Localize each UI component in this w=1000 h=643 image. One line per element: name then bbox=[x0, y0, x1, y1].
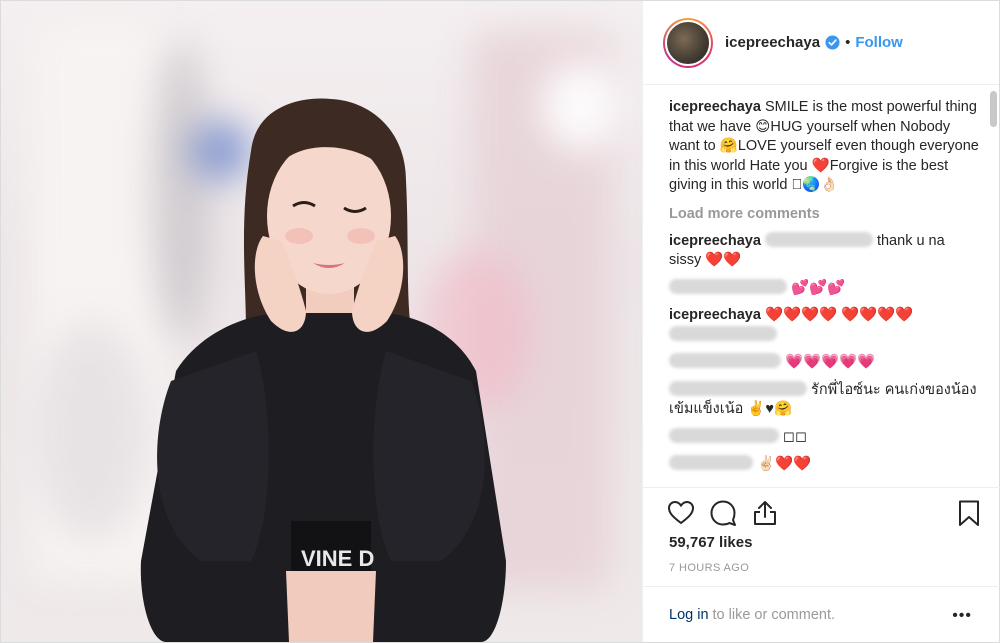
redacted-username[interactable] bbox=[669, 427, 779, 443]
comment-username[interactable]: icepreechaya bbox=[669, 307, 761, 323]
post-header: icepreechaya • Follow bbox=[643, 1, 999, 85]
redacted-mention bbox=[764, 231, 873, 247]
comment: icepreechaya ❤️❤️❤️❤️ ❤️❤️❤️❤️ bbox=[669, 306, 980, 345]
redacted-username[interactable] bbox=[669, 353, 781, 368]
svg-text:VINE D: VINE D bbox=[301, 546, 374, 571]
share-icon[interactable] bbox=[751, 499, 779, 527]
caption-username[interactable]: icepreechaya bbox=[669, 99, 761, 115]
redacted-username[interactable] bbox=[669, 455, 753, 470]
comment: icepreechaya thank u na sissy ❤️❤️ bbox=[669, 231, 980, 271]
redacted-username[interactable] bbox=[669, 278, 787, 294]
comments-scrollbar[interactable] bbox=[990, 91, 997, 471]
redacted-username[interactable] bbox=[669, 380, 807, 396]
comment-username[interactable]: icepreechaya bbox=[669, 233, 761, 249]
verified-icon bbox=[825, 35, 840, 50]
scrollbar-thumb[interactable] bbox=[990, 91, 997, 127]
comment: รักพี่ไอซ์นะ คนเก่งของน้อง เข้มแข็งเน้อ … bbox=[669, 380, 980, 420]
likes-count[interactable]: 59,767 likes bbox=[669, 534, 752, 551]
comment-text: ◻◻ bbox=[783, 428, 808, 445]
comment-text: 💕💕💕 bbox=[791, 279, 846, 296]
bookmark-icon[interactable] bbox=[955, 499, 983, 527]
divider bbox=[643, 487, 1000, 488]
comment: ✌🏻❤️❤️ bbox=[669, 455, 980, 475]
heart-icon[interactable] bbox=[667, 499, 695, 527]
action-bar bbox=[667, 499, 987, 529]
header-separator: • bbox=[845, 34, 851, 51]
instagram-post: VINE D icepreechaya • Follow icepreechay… bbox=[0, 0, 1000, 643]
login-link[interactable]: Log in bbox=[669, 607, 709, 623]
comment-text: ❤️❤️❤️❤️ ❤️❤️❤️❤️ bbox=[764, 307, 914, 323]
comment-text: 💗💗💗💗💗 bbox=[785, 354, 876, 370]
redacted-mention bbox=[669, 325, 777, 341]
caption: icepreechaya SMILE is the most powerful … bbox=[669, 98, 980, 196]
header-username[interactable]: icepreechaya bbox=[725, 34, 820, 51]
more-options-button[interactable]: ••• bbox=[952, 607, 972, 625]
login-bar: Log in to like or comment. ••• bbox=[643, 586, 1000, 642]
comment: 💗💗💗💗💗 bbox=[669, 353, 980, 373]
load-more-comments-button[interactable]: Load more comments bbox=[669, 206, 980, 222]
post-sidebar: icepreechaya • Follow icepreechaya SMILE… bbox=[642, 1, 1000, 642]
comment: 💕💕💕 bbox=[669, 278, 980, 299]
comment-text: ✌🏻❤️❤️ bbox=[757, 456, 812, 472]
person-illustration: VINE D bbox=[140, 98, 506, 642]
post-photo[interactable]: VINE D bbox=[1, 1, 642, 642]
follow-button[interactable]: Follow bbox=[855, 34, 903, 51]
comment-icon[interactable] bbox=[709, 499, 737, 527]
post-timestamp[interactable]: 7 HOURS AGO bbox=[669, 562, 749, 574]
comment: ◻◻ bbox=[669, 427, 980, 448]
login-prompt: to like or comment. bbox=[712, 606, 836, 623]
comments-list: icepreechaya SMILE is the most powerful … bbox=[643, 86, 1000, 486]
avatar[interactable] bbox=[663, 17, 713, 68]
